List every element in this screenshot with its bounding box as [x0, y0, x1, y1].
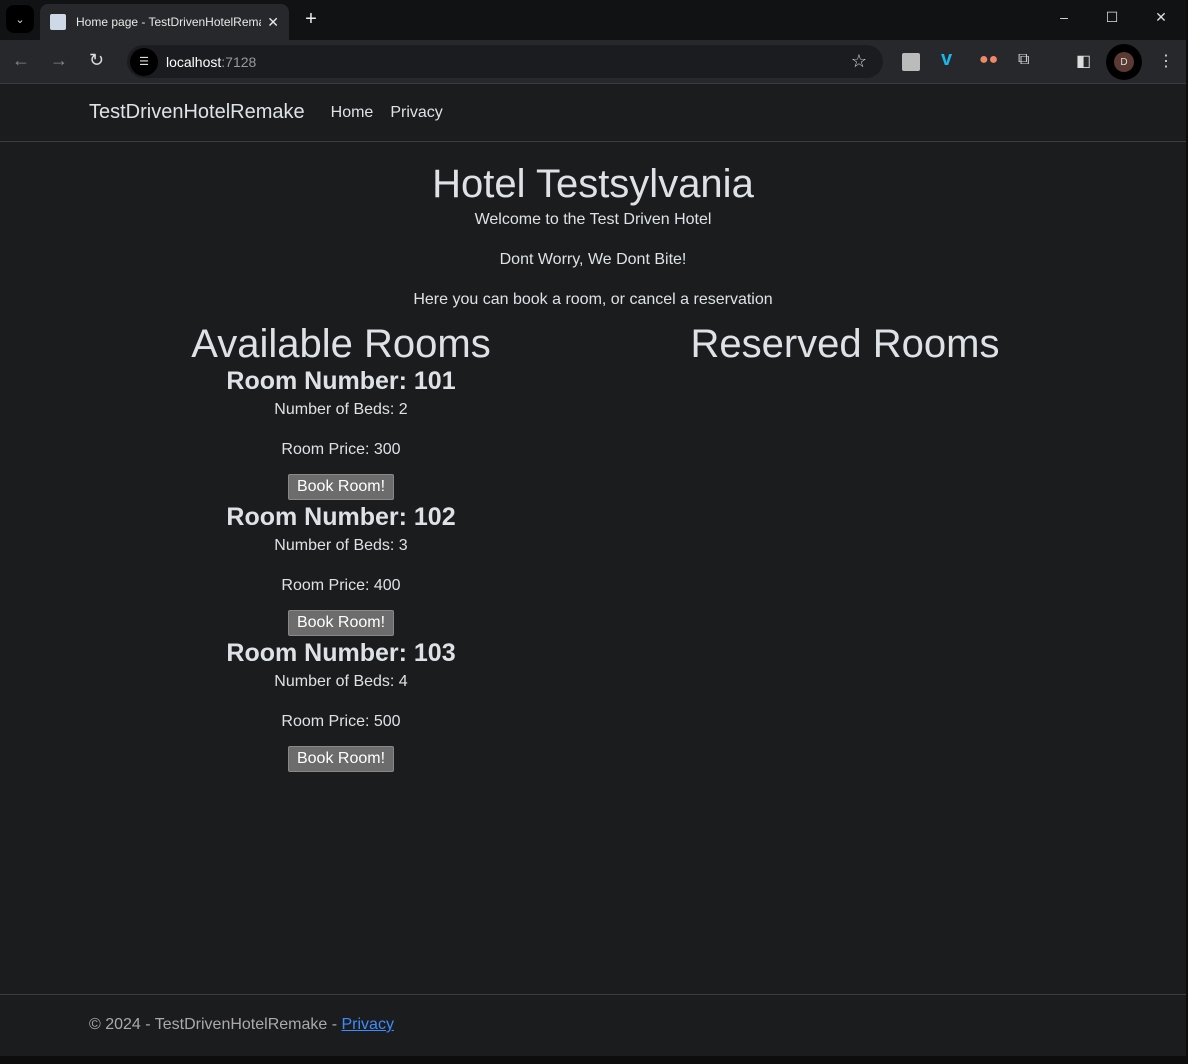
site-info-icon[interactable]: ☰	[130, 47, 158, 76]
close-window-button[interactable]: ✕	[1137, 0, 1185, 34]
reserved-rooms-heading: Reserved Rooms	[690, 322, 1000, 366]
nav-home[interactable]: Home	[331, 104, 374, 122]
brand-link[interactable]: TestDrivenHotelRemake	[89, 101, 305, 124]
bookmark-star-icon[interactable]: ☆	[851, 51, 867, 72]
page-title: Hotel Testsylvania	[432, 162, 754, 206]
side-panel-icon[interactable]: ◧	[1076, 51, 1091, 71]
book-room-button[interactable]: Book Room!	[287, 474, 395, 500]
forward-icon[interactable]: →	[50, 50, 68, 71]
extensions-puzzle-icon[interactable]: ⧉	[1018, 51, 1029, 69]
tab-title: Home page - TestDrivenHotelRemake	[76, 15, 262, 29]
address-bar[interactable]: ☰ localhost:7128 ☆	[127, 45, 883, 78]
room-number: Room Number: 102	[226, 503, 456, 531]
nav-privacy[interactable]: Privacy	[390, 104, 442, 122]
book-room-button[interactable]: Book Room!	[287, 610, 395, 636]
back-icon[interactable]: ←	[12, 50, 30, 71]
tab-strip: ⌄ Home page - TestDrivenHotelRemake ✕ + …	[0, 0, 1186, 40]
room-number: Room Number: 103	[226, 639, 456, 667]
tagline-text: Dont Worry, We Dont Bite!	[499, 251, 687, 268]
url-text: localhost:7128	[166, 53, 257, 70]
footer: © 2024 - TestDrivenHotelRemake - Privacy	[0, 994, 1186, 1056]
maximize-button[interactable]: ☐	[1088, 0, 1136, 34]
room-price: Room Price: 300	[281, 441, 401, 458]
vimeo-extension-icon[interactable]: v	[941, 48, 952, 71]
close-tab-icon[interactable]: ✕	[267, 14, 279, 31]
extension-icon[interactable]	[902, 53, 920, 71]
reload-icon[interactable]: ↻	[89, 50, 104, 71]
profile-avatar[interactable]: D	[1106, 44, 1142, 80]
room-beds: Number of Beds: 3	[274, 537, 408, 554]
welcome-text: Welcome to the Test Driven Hotel	[474, 211, 712, 228]
room-number: Room Number: 101	[226, 367, 456, 395]
page-icon	[50, 14, 66, 30]
room-beds: Number of Beds: 4	[274, 673, 408, 690]
site-navbar: TestDrivenHotelRemake Home Privacy	[0, 84, 1186, 142]
main-content: Hotel Testsylvania Welcome to the Test D…	[0, 142, 1186, 774]
menu-kebab-icon[interactable]: ⋮	[1158, 51, 1174, 71]
available-rooms-heading: Available Rooms	[191, 322, 491, 366]
browser-window: ⌄ Home page - TestDrivenHotelRemake ✕ + …	[0, 0, 1186, 1056]
glasses-extension-icon[interactable]: ●●	[979, 51, 998, 69]
room-price: Room Price: 500	[281, 713, 401, 730]
room-price: Room Price: 400	[281, 577, 401, 594]
new-tab-button[interactable]: +	[298, 6, 324, 32]
available-rooms-section: Available Rooms Room Number: 101 Number …	[89, 322, 593, 774]
room-beds: Number of Beds: 2	[274, 401, 408, 418]
tab-active[interactable]: Home page - TestDrivenHotelRemake ✕	[40, 4, 289, 40]
footer-copyright: © 2024 - TestDrivenHotelRemake -	[89, 1016, 342, 1033]
footer-privacy-link[interactable]: Privacy	[341, 1016, 393, 1033]
room-card: Room Number: 101 Number of Beds: 2 Room …	[89, 366, 593, 500]
minimize-button[interactable]: –	[1040, 0, 1088, 34]
instructions-text: Here you can book a room, or cancel a re…	[413, 291, 773, 308]
room-card: Room Number: 103 Number of Beds: 4 Room …	[89, 638, 593, 772]
room-card: Room Number: 102 Number of Beds: 3 Room …	[89, 502, 593, 636]
browser-toolbar: ← → ↻ ☰ localhost:7128 ☆ v ●● ⧉ ◧ D ⋮	[0, 40, 1186, 84]
tab-search-button[interactable]: ⌄	[6, 5, 34, 33]
book-room-button[interactable]: Book Room!	[287, 746, 395, 772]
reserved-rooms-section: Reserved Rooms	[593, 322, 1097, 774]
